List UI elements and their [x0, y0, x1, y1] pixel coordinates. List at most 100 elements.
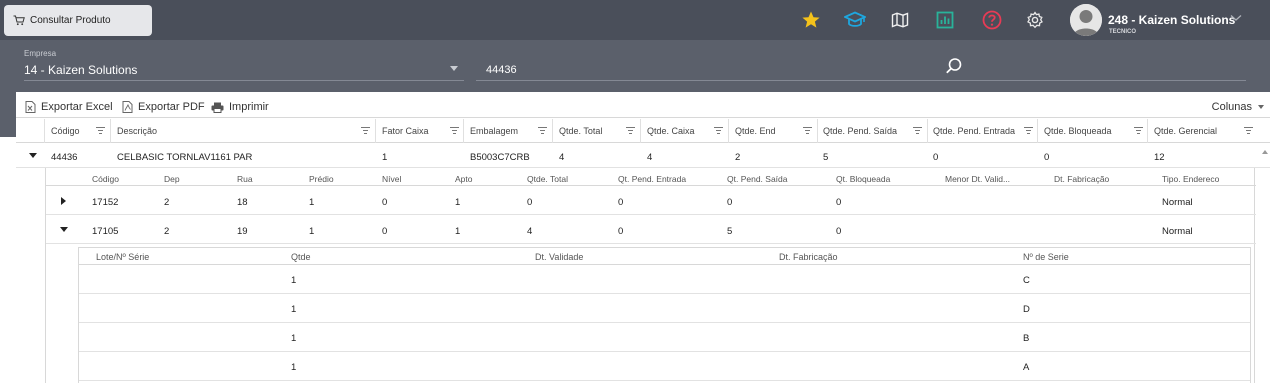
- detail-header-menor-dt-validade[interactable]: Menor Dt. Valid...: [945, 174, 1010, 184]
- serial-header-dt-fabricacao[interactable]: Dt. Fabricação: [779, 252, 838, 262]
- cell-qt-pend-saida: 5: [727, 226, 733, 237]
- cell-rua: 18: [237, 197, 248, 208]
- column-header-embalagem[interactable]: Embalagem: [470, 126, 518, 136]
- column-header-qtde-pend-saida[interactable]: Qtde. Pend. Saída: [823, 126, 897, 136]
- chevron-down-icon[interactable]: [1230, 14, 1242, 22]
- tab-title: Consultar Produto: [30, 15, 111, 26]
- empresa-select[interactable]: 14 - Kaizen Solutions: [24, 63, 137, 77]
- detail-header-qt-bloqueada[interactable]: Qt. Bloqueada: [836, 174, 890, 184]
- columns-dropdown[interactable]: Colunas: [1212, 101, 1264, 113]
- cell-qtde-total: 4: [527, 226, 533, 237]
- tab-consultar-produto[interactable]: Consultar Produto: [4, 5, 152, 36]
- cell-predio: 1: [309, 226, 315, 237]
- cell-qtde-gerencial: 12: [1154, 152, 1165, 163]
- scroll-up-arrow-icon[interactable]: [1262, 150, 1268, 154]
- gear-icon[interactable]: [1024, 9, 1046, 31]
- cell-apto: 1: [455, 226, 461, 237]
- help-icon[interactable]: [981, 9, 1003, 31]
- column-header-qtde-total[interactable]: Qtde. Total: [559, 126, 602, 136]
- column-header-qtde-end[interactable]: Qtde. End: [735, 126, 776, 136]
- filter-icon[interactable]: [803, 126, 812, 134]
- map-icon[interactable]: [889, 9, 911, 31]
- cell-codigo: 44436: [51, 152, 78, 163]
- printer-icon: [211, 102, 224, 113]
- table-row[interactable]: 1 A: [79, 352, 1250, 381]
- serial-header-dt-validade[interactable]: Dt. Validade: [535, 252, 583, 262]
- column-separator: [44, 119, 45, 143]
- detail-header: Código Dep Rua Prédio Nível Apto Qtde. T…: [46, 170, 1256, 186]
- cell-qt-pend-entrada: 0: [618, 226, 624, 237]
- serial-header-qtde[interactable]: Qtde: [291, 252, 311, 262]
- grid-toolbar: Exportar Excel Exportar PDF Imprimir Col…: [16, 92, 1270, 118]
- filter-icon[interactable]: [361, 126, 370, 134]
- export-excel-button[interactable]: Exportar Excel: [25, 101, 113, 113]
- serial-header-n-serie[interactable]: Nº de Serie: [1023, 252, 1069, 262]
- column-header-qtde-bloqueada[interactable]: Qtde. Bloqueada: [1044, 126, 1112, 136]
- table-row[interactable]: 17152 2 18 1 0 1 0 0 0 0 Normal: [46, 186, 1256, 215]
- cell-qtde-end: 2: [735, 152, 741, 163]
- caret-down-icon[interactable]: [450, 66, 458, 71]
- detail-header-codigo[interactable]: Código: [92, 174, 119, 184]
- detail-header-qt-pend-entrada[interactable]: Qt. Pend. Entrada: [618, 174, 686, 184]
- detail-header-nivel[interactable]: Nível: [382, 174, 401, 184]
- column-header-descricao[interactable]: Descrição: [117, 126, 157, 136]
- column-separator: [463, 119, 464, 143]
- filter-icon[interactable]: [1134, 126, 1143, 134]
- detail-header-dt-fabricacao[interactable]: Dt. Fabricação: [1054, 174, 1109, 184]
- cell-predio: 1: [309, 197, 315, 208]
- cell-qtde-pend-entrada: 0: [933, 152, 939, 163]
- expand-caret-icon[interactable]: [61, 197, 66, 205]
- filter-icon[interactable]: [913, 126, 922, 134]
- column-separator: [110, 119, 111, 143]
- filter-icon[interactable]: [96, 126, 105, 134]
- column-header-codigo[interactable]: Código: [51, 126, 80, 136]
- column-header-qtde-caixa[interactable]: Qtde. Caixa: [647, 126, 695, 136]
- column-separator: [1037, 119, 1038, 143]
- detail-header-predio[interactable]: Prédio: [309, 174, 334, 184]
- filter-icon[interactable]: [1244, 126, 1253, 134]
- collapse-caret-icon[interactable]: [29, 153, 37, 158]
- graduation-cap-icon[interactable]: [844, 9, 866, 31]
- filter-icon[interactable]: [538, 126, 547, 134]
- collapse-caret-icon[interactable]: [60, 227, 68, 232]
- report-icon[interactable]: [934, 9, 956, 31]
- column-header-qtde-gerencial[interactable]: Qtde. Gerencial: [1154, 126, 1217, 136]
- user-name[interactable]: 248 - Kaizen Solutions: [1108, 13, 1235, 27]
- table-row[interactable]: 44436 CELBASIC TORNLAV1161 PAR 1 B5003C7…: [16, 144, 1270, 168]
- export-excel-label: Exportar Excel: [41, 101, 113, 113]
- print-button[interactable]: Imprimir: [211, 101, 269, 113]
- detail-header-rua[interactable]: Rua: [237, 174, 253, 184]
- export-pdf-label: Exportar PDF: [138, 101, 205, 113]
- filter-icon[interactable]: [626, 126, 635, 134]
- table-row[interactable]: 1 C: [79, 265, 1250, 294]
- cell-nivel: 0: [382, 197, 388, 208]
- cell-qtde: 1: [291, 333, 297, 344]
- cell-qtde-caixa: 4: [647, 152, 653, 163]
- star-icon[interactable]: [800, 9, 822, 31]
- avatar[interactable]: [1070, 4, 1102, 36]
- column-separator: [927, 119, 928, 143]
- table-row[interactable]: 1 B: [79, 323, 1250, 352]
- serial-header-lote[interactable]: Lote/Nº Série: [96, 252, 149, 262]
- cell-qt-bloqueada: 0: [836, 197, 842, 208]
- cell-n-serie: B: [1023, 333, 1030, 344]
- caret-down-icon: [1258, 105, 1264, 109]
- detail-header-dep[interactable]: Dep: [164, 174, 180, 184]
- filter-icon[interactable]: [450, 126, 459, 134]
- table-row[interactable]: 1 D: [79, 294, 1250, 323]
- user-role: TECNICO: [1109, 29, 1136, 35]
- table-row[interactable]: 17105 2 19 1 0 1 4 0 5 0 Normal: [46, 215, 1256, 244]
- detail-header-tipo-endereco[interactable]: Tipo. Endereco: [1162, 174, 1219, 184]
- detail-grid: Código Dep Rua Prédio Nível Apto Qtde. T…: [45, 168, 1256, 383]
- filter-icon[interactable]: [714, 126, 723, 134]
- cell-qt-pend-entrada: 0: [618, 197, 624, 208]
- search-icon[interactable]: [945, 57, 963, 75]
- search-input[interactable]: 44436: [486, 64, 517, 76]
- detail-header-apto[interactable]: Apto: [455, 174, 473, 184]
- detail-header-qt-pend-saida[interactable]: Qt. Pend. Saída: [727, 174, 787, 184]
- filter-icon[interactable]: [1024, 126, 1033, 134]
- detail-header-qtde-total[interactable]: Qtde. Total: [527, 174, 568, 184]
- column-header-fator-caixa[interactable]: Fator Caixa: [382, 126, 429, 136]
- export-pdf-button[interactable]: Exportar PDF: [122, 101, 205, 113]
- column-header-qtde-pend-entrada[interactable]: Qtde. Pend. Entrada: [933, 126, 1015, 136]
